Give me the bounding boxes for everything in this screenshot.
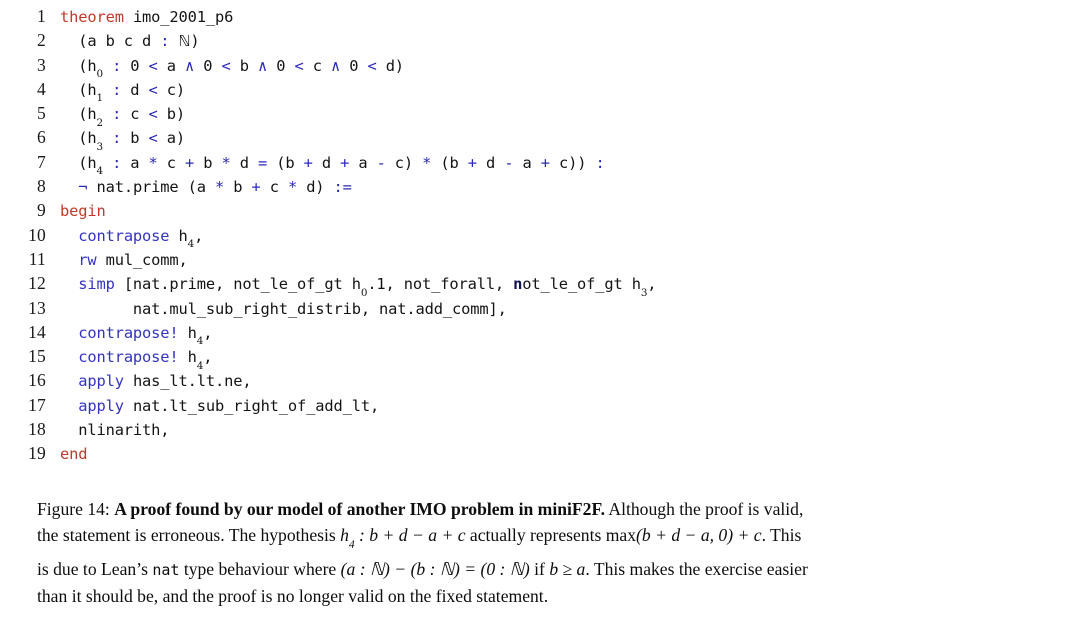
line-number: 11 [28, 248, 46, 269]
line-number: 4 [37, 78, 46, 99]
line-number: 5 [37, 103, 46, 124]
code-line: 9 begin [0, 198, 1080, 222]
caption-text-2c: . This [761, 525, 802, 546]
figure-title: A proof found by our model of another IM… [114, 499, 605, 519]
math-h4: h4 [340, 525, 355, 551]
line-number: 6 [37, 127, 46, 148]
code-line-content: rw mul_comm, [78, 250, 188, 269]
code-line-content: apply nat.lt_sub_right_of_add_lt, [78, 396, 380, 415]
line-number: 3 [37, 54, 46, 75]
line-number: 16 [28, 370, 46, 391]
line-number: 14 [28, 321, 46, 342]
math-max-operator: max [605, 525, 637, 546]
caption-line-1: Figure 14: A proof found by our model of… [37, 496, 1044, 522]
code-line: 7 (h4 : a * c + b * d = (b + d + a - c) … [0, 150, 1080, 178]
code-line-content: (a b c d : ℕ) [60, 32, 200, 51]
code-line: 14 contrapose! h4, [0, 320, 1080, 348]
math-expr-3: (a : ℕ) − (b : ℕ) = (0 : ℕ) [340, 558, 530, 579]
caption-text-1: Although the proof is valid, [608, 499, 804, 519]
code-line: 15 contrapose! h4, [0, 344, 1080, 372]
code-listing: 1 theorem imo_2001_p6 2 (a b c d : ℕ) 3 … [0, 4, 1080, 466]
figure-label: Figure 14: [37, 499, 110, 519]
figure-caption: Figure 14: A proof found by our model of… [37, 496, 1044, 609]
math-expr-2: (b + d − a, 0) + c [636, 525, 762, 546]
line-number: 13 [28, 297, 46, 318]
caption-line-3: is due to Lean’s nat type behaviour wher… [37, 556, 1044, 583]
math-h: h [340, 525, 349, 546]
code-line-content: ¬ nat.prime (a * b + c * d) := [78, 178, 352, 197]
code-line: 10 contrapose h4, [0, 223, 1080, 251]
line-number: 1 [37, 6, 46, 26]
code-line: 1 theorem imo_2001_p6 [0, 4, 1080, 28]
code-line: 5 (h2 : c < b) [0, 101, 1080, 129]
code-line: 11 rw mul_comm, [0, 247, 1080, 271]
code-line: 4 (h1 : d < c) [0, 77, 1080, 105]
line-number: 2 [37, 30, 46, 51]
code-line-content: apply has_lt.lt.ne, [78, 372, 252, 391]
code-line: 16 apply has_lt.lt.ne, [0, 368, 1080, 392]
code-line: 17 apply nat.lt_sub_right_of_add_lt, [0, 393, 1080, 417]
math-expr-1: : b + d − a + c [354, 525, 466, 546]
caption-line-2: the statement is erroneous. The hypothes… [37, 522, 1044, 556]
code-line: 19 end [0, 441, 1080, 465]
line-number: 19 [28, 443, 46, 464]
code-line-content: nat.mul_sub_right_distrib, nat.add_comm]… [60, 299, 507, 318]
code-line-content: nlinarith, [60, 421, 170, 440]
math-h-subscript: 4 [348, 538, 355, 551]
code-line: 12 simp [nat.prime, not_le_of_gt h0.1, n… [0, 271, 1080, 299]
line-number: 15 [28, 346, 46, 367]
inline-code-nat: nat [152, 560, 180, 579]
code-line-content: begin [60, 202, 106, 221]
caption-text-3c: if [529, 558, 550, 579]
line-number: 8 [37, 176, 46, 197]
line-number: 9 [37, 200, 46, 221]
code-line: 18 nlinarith, [0, 417, 1080, 441]
caption-text-3d: . This makes the exercise easier [585, 558, 808, 579]
code-line-content: end [60, 445, 88, 464]
line-number: 7 [37, 151, 46, 172]
caption-text-3a: is due to Lean’s [37, 558, 153, 579]
code-line-content: (h0 : 0 < a ∧ 0 < b ∧ 0 < c ∧ 0 < d) [60, 56, 404, 81]
code-line: 3 (h0 : 0 < a ∧ 0 < b ∧ 0 < c ∧ 0 < d) [0, 53, 1080, 81]
code-line: 6 (h3 : b < a) [0, 125, 1080, 153]
line-number: 12 [28, 273, 46, 294]
line-number: 10 [28, 224, 46, 245]
caption-text-3b: type behaviour where [179, 558, 341, 579]
math-expr-4: b ≥ a [549, 558, 586, 579]
caption-text-2a: the statement is erroneous. The hypothes… [37, 525, 341, 546]
line-number: 17 [28, 394, 46, 415]
caption-line-4: than it should be, and the proof is no l… [37, 586, 549, 607]
code-line: 2 (a b c d : ℕ) [0, 28, 1080, 52]
caption-text-2b: actually represents [465, 525, 606, 546]
line-number: 18 [28, 419, 46, 440]
code-line-content: theorem imo_2001_p6 [60, 8, 234, 26]
